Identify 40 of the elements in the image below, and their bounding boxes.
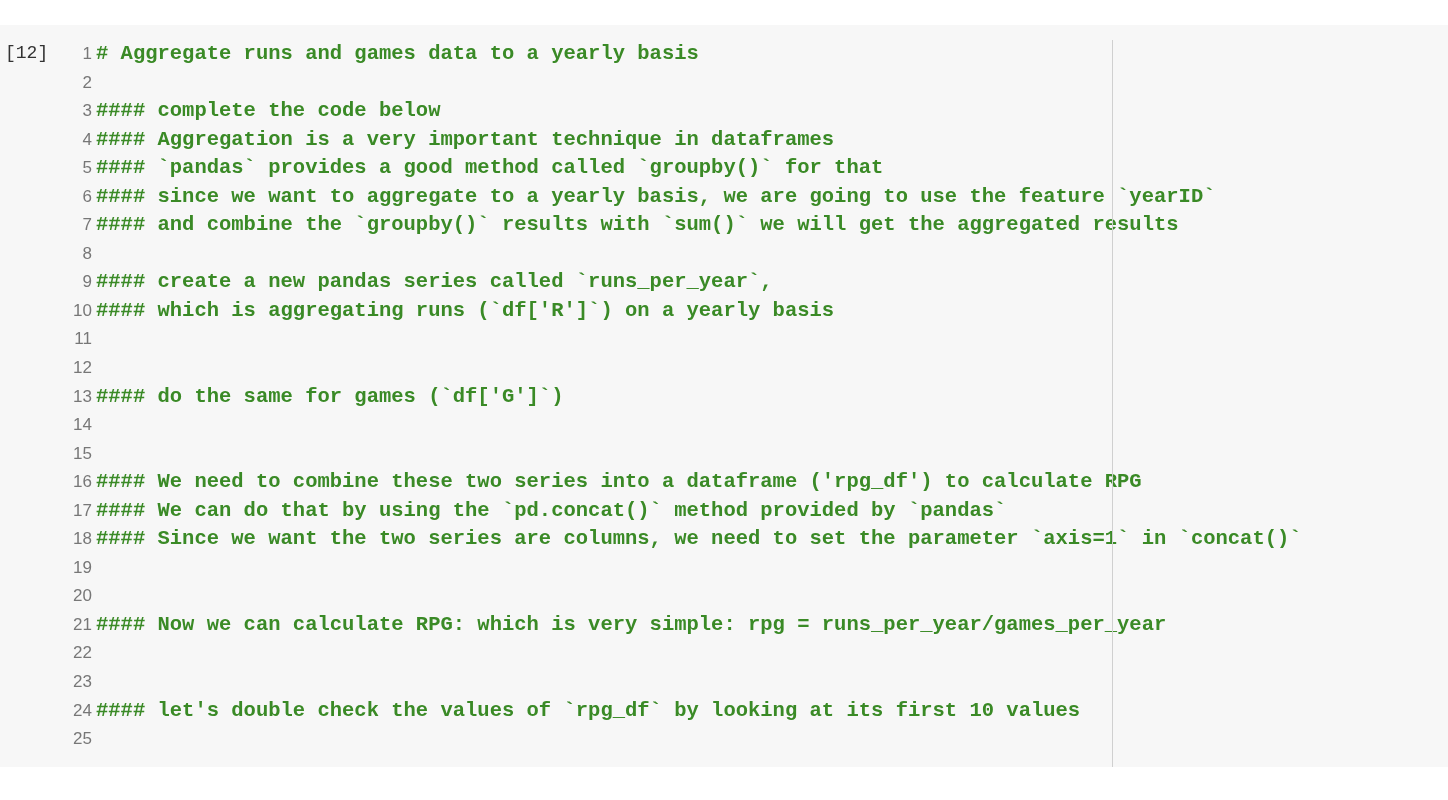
line-number: 1	[82, 44, 92, 63]
line-number: 21	[73, 614, 92, 634]
code-comment: #### Aggregation is a very important technique in dataframes	[96, 126, 835, 153]
line-number: 14	[73, 415, 92, 435]
line-number: 20	[73, 586, 92, 606]
line-number: 7	[82, 215, 92, 235]
code-comment: #### and combine the `groupby()` results with `sum()` we will get the aggregated results	[96, 212, 1179, 239]
line-number: 25	[73, 729, 92, 749]
code-comment: # Aggregate runs and games data to a yearly basis	[96, 41, 699, 67]
line-number: 24	[73, 700, 92, 720]
line-number: 10	[73, 300, 92, 320]
code-comment: #### let's double check the values of `rpg_df` by looking at its first 10 values	[96, 697, 1081, 724]
execution-count: [12]	[5, 43, 49, 63]
line-number: 16	[73, 472, 92, 492]
code-comment: #### We need to combine these two series into a dataframe ('rpg_df') to calculate RPG	[96, 469, 1142, 496]
code-comment: #### create a new pandas series called `runs_per_year`,	[96, 269, 773, 296]
code-comment: #### `pandas` provides a good method called `groupby()` for that	[96, 155, 884, 182]
line-number: 15	[73, 443, 92, 463]
line-number: 23	[73, 672, 92, 692]
line-number: 19	[73, 557, 92, 577]
line-number: 22	[73, 643, 92, 663]
line-number: 18	[73, 529, 92, 549]
code-comment: #### since we want to aggregate to a yearly basis, we are going to use the feature `yearID`	[96, 183, 1216, 210]
line-number: 3	[82, 101, 92, 121]
code-comment: #### Since we want the two series are columns, we need to set the parameter `axis=1` in `concat()`	[96, 526, 1302, 553]
line-number: 4	[82, 129, 92, 149]
code-comment: #### complete the code below	[96, 98, 441, 125]
line-number: 13	[73, 386, 92, 406]
line-number: 9	[82, 272, 92, 292]
code-comment: #### which is aggregating runs (`df['R']`) on a yearly basis	[96, 297, 835, 324]
line-number: 17	[73, 500, 92, 520]
line-number: 5	[82, 158, 92, 178]
code-comment: #### We can do that by using the `pd.concat()` method provided by `pandas`	[96, 497, 1007, 524]
line-number: 8	[82, 243, 92, 263]
line-number: 2	[82, 72, 92, 92]
code-comment: #### Now we can calculate RPG: which is very simple: rpg = runs_per_year/games_per_year	[96, 611, 1167, 638]
line-number: 11	[74, 329, 92, 349]
code-comment: #### do the same for games (`df['G']`)	[96, 383, 564, 410]
line-number: 12	[73, 358, 92, 377]
line-number: 6	[82, 186, 92, 206]
